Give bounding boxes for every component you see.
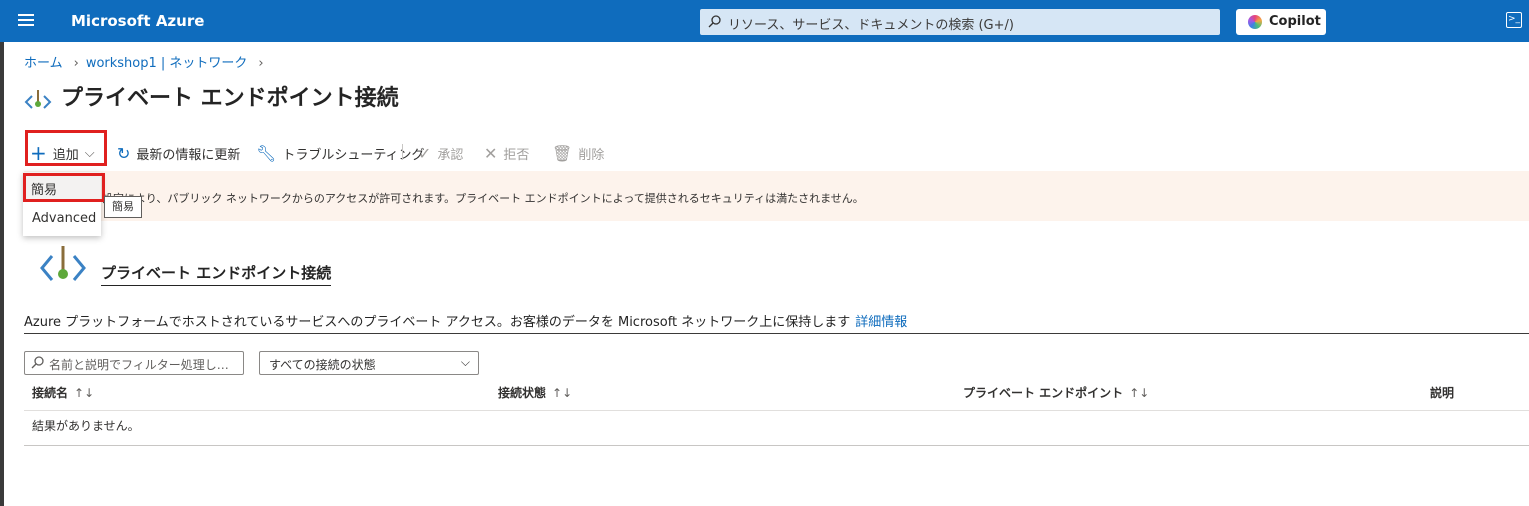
search-icon xyxy=(708,15,721,28)
page-title: プライベート エンドポイント接続 xyxy=(61,86,399,111)
description-text: Azure プラットフォームでホストされているサービスへのプライベート アクセス… xyxy=(24,315,851,330)
close-icon: ✕ xyxy=(484,143,498,163)
copilot-icon xyxy=(1248,15,1262,29)
warning-text: 設定により、パブリック ネットワークからのアクセスが許可されます。プライベート … xyxy=(102,192,864,205)
chevron-right-icon: › xyxy=(258,56,264,71)
warning-banner: 設定により、パブリック ネットワークからのアクセスが許可されます。プライベート … xyxy=(24,171,1529,221)
column-header-name[interactable]: 接続名 ↑↓ xyxy=(32,384,94,401)
tooltip: 簡易 xyxy=(104,196,142,218)
approve-label: 承認 xyxy=(437,147,464,163)
select-value: すべての接続の状態 xyxy=(269,358,376,372)
more-options-icon[interactable]: ··· xyxy=(375,84,390,103)
empty-state-text: 結果がありません。 xyxy=(32,419,140,433)
menu-item-advanced[interactable]: Advanced xyxy=(23,204,101,234)
filter-input[interactable]: 名前と説明でフィルター処理し… xyxy=(24,351,244,375)
reject-label: 拒否 xyxy=(503,147,530,163)
menu-item-advanced-label: Advanced xyxy=(32,211,97,226)
section-divider xyxy=(24,333,1529,334)
chevron-down-icon: ⌵ xyxy=(460,355,470,369)
global-search-input[interactable]: リソース、サービス、ドキュメントの検索 (G+/) xyxy=(700,9,1220,35)
column-label: プライベート エンドポイント xyxy=(963,386,1124,400)
filter-placeholder: 名前と説明でフィルター処理し… xyxy=(49,358,229,372)
column-header-state[interactable]: 接続状態 ↑↓ xyxy=(498,384,572,401)
learn-more-link[interactable]: 詳細情報 xyxy=(855,315,907,330)
section-title: プライベート エンドポイント接続 xyxy=(101,262,332,286)
section-description: Azure プラットフォームでホストされているサービスへのプライベート アクセス… xyxy=(24,311,907,330)
column-label: 接続名 xyxy=(32,386,69,400)
breadcrumb-network[interactable]: workshop1 | ネットワーク xyxy=(86,56,248,71)
private-endpoint-icon xyxy=(40,246,86,281)
table-header-divider xyxy=(24,410,1529,411)
refresh-label: 最新の情報に更新 xyxy=(136,147,241,163)
refresh-icon: ↻ xyxy=(117,143,131,163)
wrench-icon: 🔧︎ xyxy=(256,143,277,163)
cloud-shell-icon[interactable]: >_ xyxy=(1506,12,1522,28)
reject-button[interactable]: ✕ 拒否 xyxy=(484,140,529,166)
top-bar: Microsoft Azure リソース、サービス、ドキュメントの検索 (G+/… xyxy=(0,0,1529,42)
table-bottom-divider xyxy=(24,445,1529,446)
refresh-button[interactable]: ↻ 最新の情報に更新 xyxy=(117,140,240,166)
column-label: 接続状態 xyxy=(498,386,547,400)
search-placeholder: リソース、サービス、ドキュメントの検索 (G+/) xyxy=(728,18,1014,33)
connection-state-select[interactable]: すべての接続の状態 ⌵ xyxy=(259,351,479,375)
copilot-button[interactable]: Copilot xyxy=(1236,9,1326,35)
private-endpoint-icon xyxy=(24,90,52,109)
search-icon xyxy=(31,356,44,369)
breadcrumb: ホーム › workshop1 | ネットワーク › xyxy=(24,52,271,71)
breadcrumb-home[interactable]: ホーム xyxy=(24,56,63,71)
delete-button[interactable]: 🗑︎ 削除 xyxy=(552,140,604,166)
highlight-simple-item xyxy=(23,173,105,202)
copilot-label: Copilot xyxy=(1269,14,1321,29)
brand-title[interactable]: Microsoft Azure xyxy=(71,12,204,30)
check-icon: ✓ xyxy=(418,143,432,163)
column-header-description: 説明 xyxy=(1430,384,1454,401)
toolbar-divider xyxy=(402,144,403,160)
trash-icon: 🗑︎ xyxy=(552,143,573,163)
sort-icon: ↑↓ xyxy=(74,386,95,400)
sort-icon: ↑↓ xyxy=(552,386,573,400)
troubleshoot-button[interactable]: 🔧︎ トラブルシューティング xyxy=(256,140,425,166)
hamburger-menu-icon[interactable] xyxy=(18,14,34,26)
column-label: 説明 xyxy=(1430,386,1455,400)
delete-label: 削除 xyxy=(578,147,605,163)
chevron-right-icon: › xyxy=(73,56,79,71)
troubleshoot-label: トラブルシューティング xyxy=(282,147,425,163)
sort-icon: ↑↓ xyxy=(1129,386,1150,400)
window-edge xyxy=(0,42,4,506)
azure-portal: Microsoft Azure リソース、サービス、ドキュメントの検索 (G+/… xyxy=(0,0,1529,506)
approve-button[interactable]: ✓ 承認 xyxy=(418,140,463,166)
highlight-add-button xyxy=(25,130,107,166)
column-header-endpoint[interactable]: プライベート エンドポイント ↑↓ xyxy=(963,384,1149,401)
